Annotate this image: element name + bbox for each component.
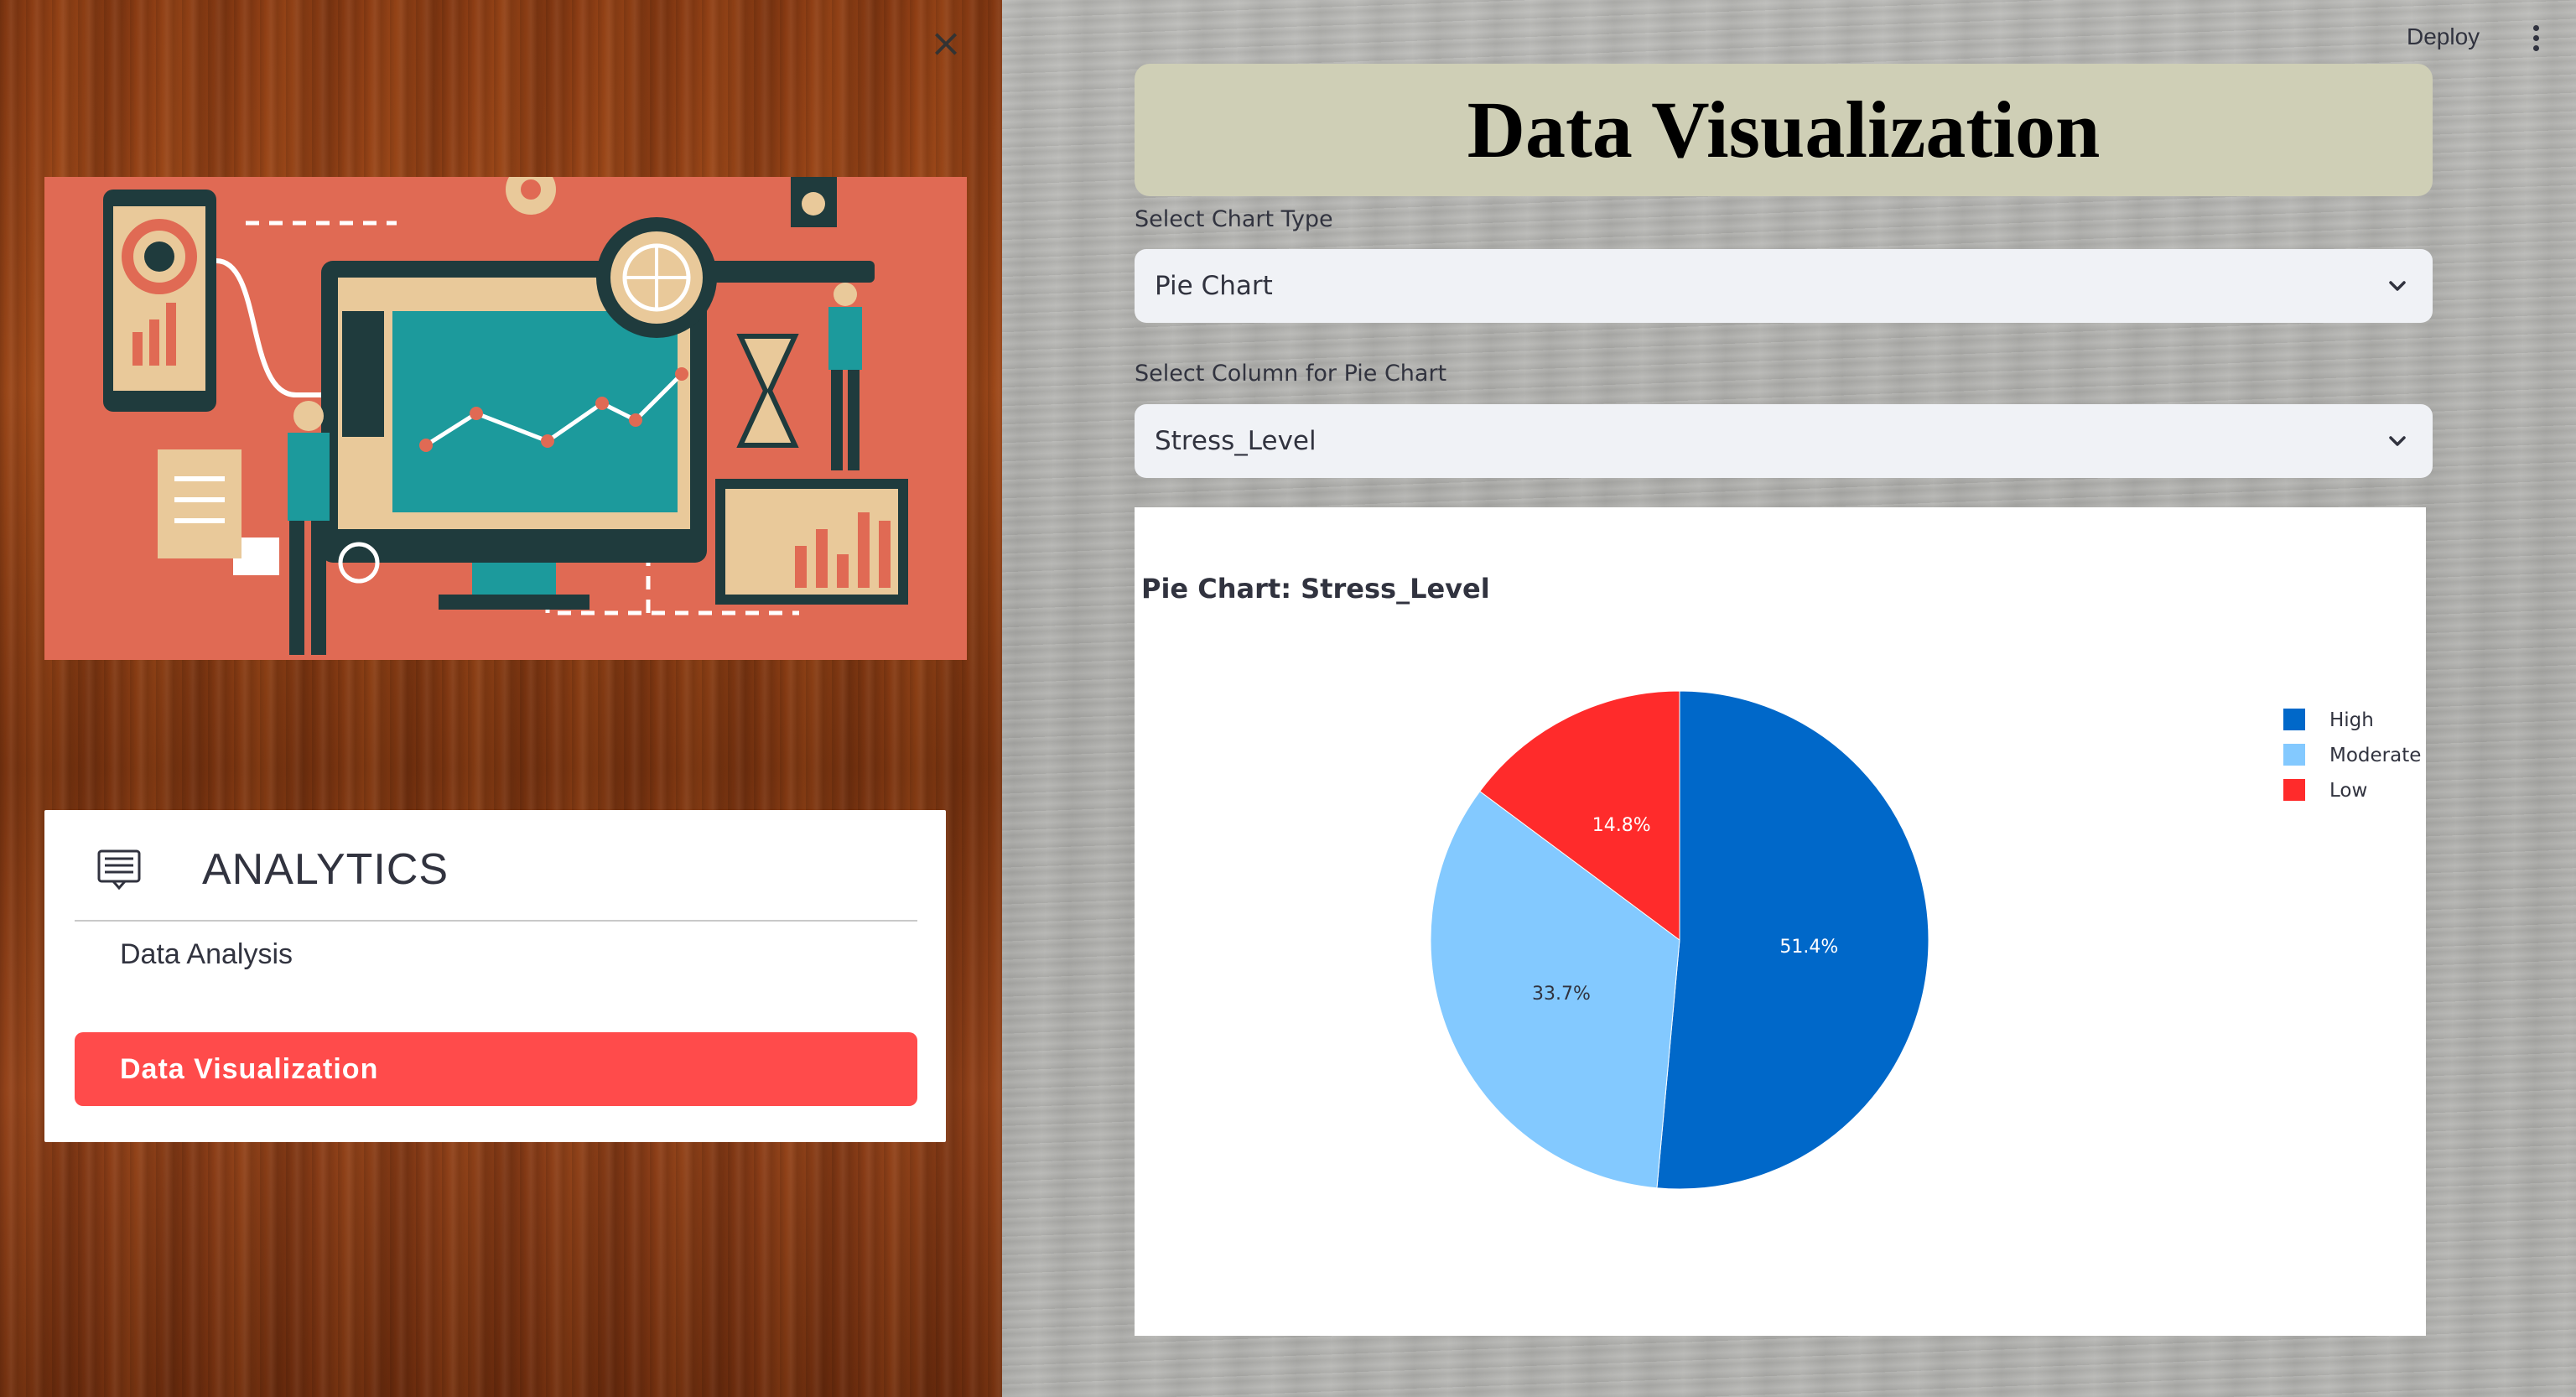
legend-label-moderate[interactable]: Moderate	[2329, 745, 2421, 766]
analytics-illustration	[44, 177, 967, 660]
legend-swatch-low[interactable]	[2283, 779, 2305, 801]
pie-chart-card: Pie Chart: Stress_Level 51.4% 33.7% 14.8% …	[1135, 507, 2426, 1336]
main-content: Deploy Data Visualization Select Chart T…	[1002, 0, 2576, 1397]
deploy-button[interactable]: Deploy	[2407, 23, 2480, 50]
column-value: Stress_Level	[1155, 426, 1317, 456]
chart-title: Pie Chart: Stress_Level	[1141, 573, 1490, 605]
nav-item-data-visualization[interactable]: Data Visualization	[75, 1032, 917, 1106]
menu-title: ANALYTICS	[202, 845, 449, 894]
navigation-menu: ANALYTICS Data Analysis Data Visualizati…	[44, 810, 946, 1142]
column-select[interactable]: Stress_Level	[1135, 404, 2433, 478]
column-label: Select Column for Pie Chart	[1135, 361, 1447, 387]
legend-label-high[interactable]: High	[2329, 709, 2374, 731]
title-banner: Data Visualization	[1135, 64, 2433, 196]
page-title: Data Visualization	[1467, 85, 2101, 174]
chart-type-label: Select Chart Type	[1135, 206, 1333, 232]
chart-type-value: Pie Chart	[1155, 271, 1273, 301]
slice-label-high: 51.4%	[1779, 937, 1838, 958]
chevron-down-icon	[2389, 281, 2406, 291]
chevron-down-icon	[2389, 436, 2406, 446]
vertical-dots-icon[interactable]	[2530, 25, 2542, 55]
slice-label-low: 14.8%	[1592, 815, 1651, 836]
close-icon[interactable]: ×	[929, 22, 963, 64]
menu-header: ANALYTICS	[75, 844, 917, 896]
list-icon	[97, 849, 141, 891]
sidebar: × ANALYTICS Data Analysis Data Visualiza…	[0, 0, 1002, 1397]
nav-item-data-analysis[interactable]: Data Analysis	[75, 917, 917, 991]
chart-type-select[interactable]: Pie Chart	[1135, 249, 2433, 323]
legend-label-low[interactable]: Low	[2329, 780, 2367, 802]
pie-slices	[1430, 690, 1929, 1190]
chart-legend: High Moderate Low	[2283, 709, 2421, 802]
slice-label-moderate: 33.7%	[1532, 984, 1591, 1005]
legend-swatch-moderate[interactable]	[2283, 744, 2305, 766]
pie-chart: Pie Chart: Stress_Level 51.4%33.7%14.8% …	[1141, 573, 2421, 1190]
legend-swatch-high[interactable]	[2283, 709, 2305, 730]
